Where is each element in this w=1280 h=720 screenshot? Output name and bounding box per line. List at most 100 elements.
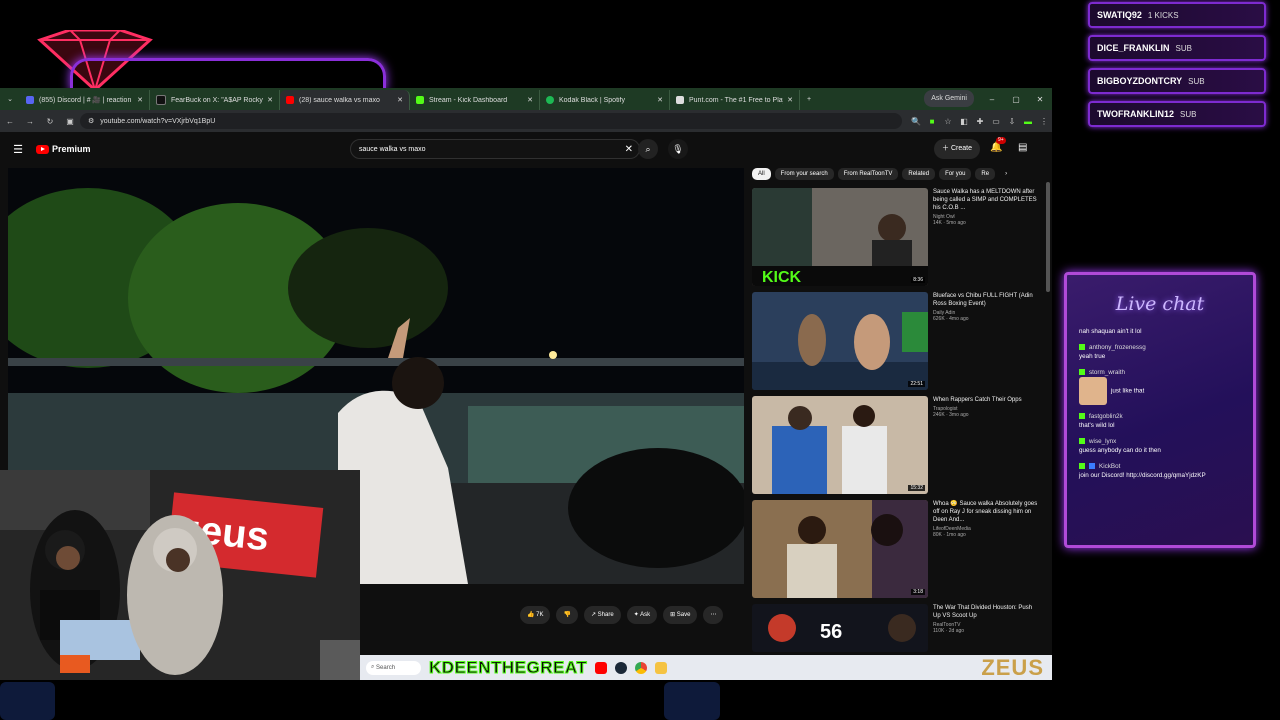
tab-spotify[interactable]: Kodak Black | Spotify ✕ [540, 90, 670, 110]
video-title[interactable]: Sauce Walka has a MELTDOWN after being c… [933, 188, 1041, 212]
tab-strip: ⌄ (855) Discord | # 🎥 | reaction ✕ FearBu… [0, 88, 1052, 110]
kick-badge-icon [1079, 413, 1085, 420]
like-button[interactable]: 👍 7K [520, 606, 551, 624]
close-icon[interactable]: ✕ [397, 96, 403, 104]
forward-icon[interactable]: → [20, 117, 40, 126]
chat-username: KickBot [1079, 462, 1249, 471]
minimize-button[interactable]: – [980, 90, 1004, 110]
youtube-icon[interactable] [595, 661, 608, 674]
ask-gemini-button[interactable]: Ask Gemini [924, 90, 974, 107]
video-thumbnail[interactable]: 22:51 [752, 292, 928, 390]
chip-for-you[interactable]: For you [939, 168, 972, 180]
chat-username: storm_wraith [1079, 368, 1249, 377]
video-title[interactable]: The War That Divided Houston: Push Up VS… [933, 604, 1041, 620]
tab-kick[interactable]: Stream - Kick Dashboard ✕ [410, 90, 540, 110]
search-icon[interactable]: ⌕ [638, 139, 658, 159]
video-thumbnail[interactable]: 15:32 [752, 396, 928, 494]
video-title[interactable]: Whoa 😳 Sauce walka Absolutely goes off o… [933, 500, 1041, 524]
video-thumbnail[interactable]: 56 [752, 604, 928, 652]
close-icon[interactable]: ✕ [137, 96, 143, 104]
reload-icon[interactable]: ↻ [40, 117, 60, 126]
svg-text:56: 56 [820, 621, 842, 643]
extensions-puzzle-icon[interactable]: ✚ [972, 117, 988, 126]
video-stats: 626K · 4mo ago [933, 316, 969, 322]
bookmark-star-icon[interactable]: ☆ [940, 117, 956, 126]
chat-message: join our Discord! http://discord.gg/qmaY… [1079, 472, 1206, 479]
overlay-decoration [0, 682, 55, 720]
close-icon[interactable]: ✕ [657, 96, 663, 104]
chat-message: just like that [1079, 377, 1249, 405]
account-icon[interactable]: ▤ [1018, 142, 1027, 153]
discord-icon [26, 96, 34, 104]
folder-icon[interactable] [655, 661, 668, 674]
video-title[interactable]: When Rappers Catch Their Opps [933, 396, 1041, 404]
clear-search-icon[interactable]: ✕ [625, 144, 633, 155]
create-button[interactable]: ＋ Create [934, 139, 980, 159]
scrollbar[interactable] [1046, 182, 1050, 292]
youtube-logo[interactable]: Premium [36, 144, 91, 154]
zeus-logo: ZEUS [981, 654, 1044, 680]
chevron-right-icon[interactable]: › [999, 168, 1013, 180]
video-thumbnail[interactable]: KICK 8:36 [752, 188, 928, 286]
kick-badge-icon [1079, 344, 1085, 351]
tab-cast-icon[interactable]: ▭ [988, 117, 1004, 126]
recommended-video[interactable]: 56 The War That Divided Houston: Push Up… [752, 604, 1042, 652]
chip-all[interactable]: All [752, 168, 771, 180]
recommended-video[interactable]: 22:51 Blueface vs Chibu FULL FIGHT (Adin… [752, 292, 1042, 390]
notification-badge: 9+ [996, 137, 1006, 144]
save-button[interactable]: ⊞ Save [663, 606, 698, 624]
close-window-button[interactable]: ✕ [1028, 90, 1052, 110]
recommended-video[interactable]: KICK 8:36 Sauce Walka has a MELTDOWN aft… [752, 188, 1042, 286]
zoom-icon[interactable]: 🔍 [908, 117, 924, 126]
kick-badge-icon [1079, 438, 1085, 445]
recommended-video[interactable]: 15:32 When Rappers Catch Their Opps Trapo… [752, 396, 1042, 494]
live-chat-panel: Live chat nah shaquan ain't it lol antho… [1064, 272, 1256, 548]
chip-from-search[interactable]: From your search [774, 168, 834, 180]
video-title[interactable]: Blueface vs Chibu FULL FIGHT (Adin Ross … [933, 292, 1041, 308]
chip-from-channel[interactable]: From RealToonTV [837, 168, 899, 180]
recommended-video[interactable]: 3:18 Whoa 😳 Sauce walka Absolutely goes … [752, 500, 1042, 598]
video-stats: 110K · 2d ago [933, 628, 965, 634]
webcam-feed: zeus [0, 470, 360, 680]
tab-youtube[interactable]: (28) sauce walka vs maxo ✕ [280, 90, 410, 110]
share-button[interactable]: ↗ Share [583, 606, 621, 624]
microphone-icon[interactable]: 🎙 [668, 139, 688, 159]
more-menu-icon[interactable]: ⋮ [1036, 117, 1052, 126]
extension-icon[interactable]: ◧ [956, 117, 972, 126]
tab-punt[interactable]: Punt.com - The #1 Free to Play ✕ [670, 90, 800, 110]
video-thumbnail[interactable]: 3:18 [752, 500, 928, 598]
hamburger-menu-icon[interactable]: ☰ [0, 143, 36, 156]
ask-button[interactable]: ✦ Ask [626, 606, 658, 624]
profile-icon[interactable]: ▬ [1020, 117, 1036, 126]
chrome-icon[interactable] [635, 661, 648, 674]
chip-related[interactable]: Related [902, 168, 936, 180]
sidepanel-icon[interactable]: ▣ [60, 117, 80, 126]
tab-discord[interactable]: (855) Discord | # 🎥 | reaction ✕ [20, 90, 150, 110]
chat-messages: nah shaquan ain't it lol anthony_frozene… [1079, 327, 1249, 487]
search-input[interactable]: sauce walka vs maxo ✕ [350, 139, 640, 159]
close-icon[interactable]: ✕ [527, 96, 533, 104]
tab-search-icon[interactable]: ⌄ [0, 90, 20, 110]
download-icon[interactable]: ⇩ [1004, 117, 1020, 126]
maximize-button[interactable]: ▢ [1004, 90, 1028, 110]
kick-badge-icon [1079, 463, 1085, 470]
youtube-header: ☰ Premium sauce walka vs maxo ✕ ⌕ 🎙 ＋ Cre… [0, 132, 1052, 166]
close-icon[interactable]: ✕ [787, 96, 793, 104]
chip-recent[interactable]: Re [975, 168, 996, 180]
youtube-icon [286, 96, 294, 104]
emote-icon [1079, 377, 1107, 405]
tab-x[interactable]: FearBuck on X: "A$AP Rocky g ✕ [150, 90, 280, 110]
extension-icon[interactable]: ■ [924, 117, 940, 126]
video-actions: 👍 7K 👎 ↗ Share ✦ Ask ⊞ Save ⋯ [520, 606, 724, 624]
taskbar-search-input[interactable]: ⌕ Search [366, 660, 421, 675]
close-icon[interactable]: ✕ [267, 96, 273, 104]
back-icon[interactable]: ← [0, 117, 20, 126]
steam-icon[interactable] [615, 661, 628, 674]
site-info-icon[interactable]: ⚙ [88, 117, 94, 125]
dislike-button[interactable]: 👎 [556, 606, 578, 624]
more-actions-icon[interactable]: ⋯ [703, 606, 724, 624]
overlay-decoration [664, 682, 720, 720]
address-bar[interactable]: ⚙ youtube.com/watch?v=VXjrbVq1BpU [80, 113, 902, 129]
chat-title: Live chat [1115, 293, 1205, 315]
new-tab-button[interactable]: + [800, 90, 818, 110]
